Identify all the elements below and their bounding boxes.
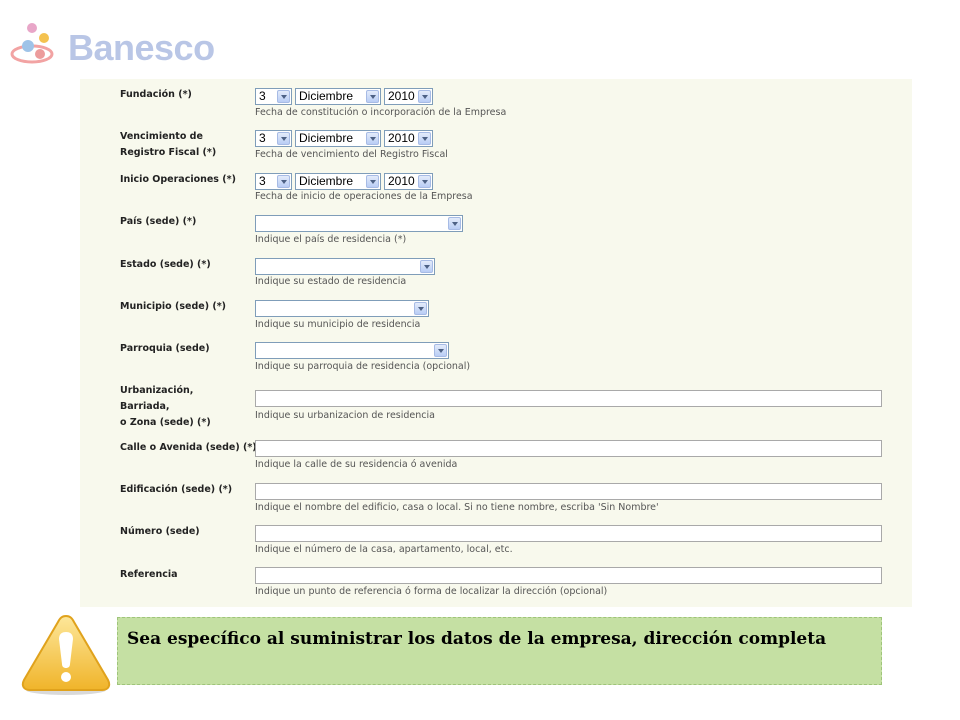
field-hint: Fecha de constitución o incorporación de… xyxy=(255,107,507,118)
month-select[interactable]: Diciembre xyxy=(295,88,381,105)
year-select[interactable]: 2010 xyxy=(384,173,433,190)
field-hint: Indique la calle de su residencia ó aven… xyxy=(255,459,458,470)
chevron-down-icon xyxy=(418,90,431,103)
field-label: Estado (sede) (*) xyxy=(120,259,211,270)
field-label: Calle o Avenida (sede) (*) xyxy=(120,442,257,453)
company-form: Fundación (*) 3 Diciembre 2010 Fecha de … xyxy=(80,79,912,607)
month-value: Diciembre xyxy=(299,89,354,103)
municipality-select[interactable] xyxy=(255,300,429,317)
field-label: Vencimiento de Registro Fiscal (*) xyxy=(120,131,217,158)
field-hint: Fecha de inicio de operaciones de la Emp… xyxy=(255,191,473,202)
year-select[interactable]: 2010 xyxy=(384,88,433,105)
field-label: Urbanización, Barriada, o Zona (sede) (*… xyxy=(120,385,211,428)
field-hint: Indique el país de residencia (*) xyxy=(255,234,407,245)
chevron-down-icon xyxy=(366,90,379,103)
day-value: 3 xyxy=(259,131,266,145)
chevron-down-icon xyxy=(420,260,433,273)
instruction-note: Sea específico al suministrar los datos … xyxy=(117,617,882,685)
chevron-down-icon xyxy=(418,175,431,188)
number-input[interactable] xyxy=(255,525,882,542)
year-select[interactable]: 2010 xyxy=(384,130,433,147)
chevron-down-icon xyxy=(277,90,290,103)
day-select[interactable]: 3 xyxy=(255,173,292,190)
day-value: 3 xyxy=(259,174,266,188)
field-hint: Fecha de vencimiento del Registro Fiscal xyxy=(255,149,448,160)
month-select[interactable]: Diciembre xyxy=(295,173,381,190)
state-select[interactable] xyxy=(255,258,435,275)
field-hint: Indique el nombre del edificio, casa o l… xyxy=(255,502,659,513)
field-label: Inicio Operaciones (*) xyxy=(120,174,236,185)
field-hint: Indique su estado de residencia xyxy=(255,276,407,287)
field-label: Referencia xyxy=(120,569,178,580)
country-select[interactable] xyxy=(255,215,463,232)
brand-name: Banesco xyxy=(68,27,215,68)
month-value: Diciembre xyxy=(299,174,354,188)
reference-input[interactable] xyxy=(255,567,882,584)
banesco-logo-icon xyxy=(10,23,54,64)
chevron-down-icon xyxy=(277,132,290,145)
warning-icon xyxy=(21,614,111,695)
field-label: Número (sede) xyxy=(120,526,200,537)
field-hint: Indique su parroquia de residencia (opci… xyxy=(255,361,471,372)
field-hint: Indique su municipio de residencia xyxy=(255,319,421,330)
instruction-text: Sea específico al suministrar los datos … xyxy=(127,629,827,649)
parish-select[interactable] xyxy=(255,342,449,359)
field-hint: Indique un punto de referencia ó forma d… xyxy=(255,586,608,597)
year-value: 2010 xyxy=(388,131,415,145)
day-select[interactable]: 3 xyxy=(255,130,292,147)
field-label: Fundación (*) xyxy=(120,89,192,100)
chevron-down-icon xyxy=(277,175,290,188)
chevron-down-icon xyxy=(434,344,447,357)
month-select[interactable]: Diciembre xyxy=(295,130,381,147)
day-select[interactable]: 3 xyxy=(255,88,292,105)
day-value: 3 xyxy=(259,89,266,103)
field-hint: Indique su urbanizacion de residencia xyxy=(255,410,435,421)
urbanization-input[interactable] xyxy=(255,390,882,407)
field-label: Parroquia (sede) xyxy=(120,343,210,354)
building-input[interactable] xyxy=(255,483,882,500)
chevron-down-icon xyxy=(414,302,427,315)
chevron-down-icon xyxy=(366,175,379,188)
year-value: 2010 xyxy=(388,174,415,188)
year-value: 2010 xyxy=(388,89,415,103)
chevron-down-icon xyxy=(418,132,431,145)
street-input[interactable] xyxy=(255,440,882,457)
field-hint: Indique el número de la casa, apartament… xyxy=(255,544,513,555)
field-label: Municipio (sede) (*) xyxy=(120,301,226,312)
field-label: País (sede) (*) xyxy=(120,216,197,227)
brand-logo: Banesco xyxy=(10,16,250,68)
month-value: Diciembre xyxy=(299,131,354,145)
field-label: Edificación (sede) (*) xyxy=(120,484,233,495)
chevron-down-icon xyxy=(366,132,379,145)
chevron-down-icon xyxy=(448,217,461,230)
